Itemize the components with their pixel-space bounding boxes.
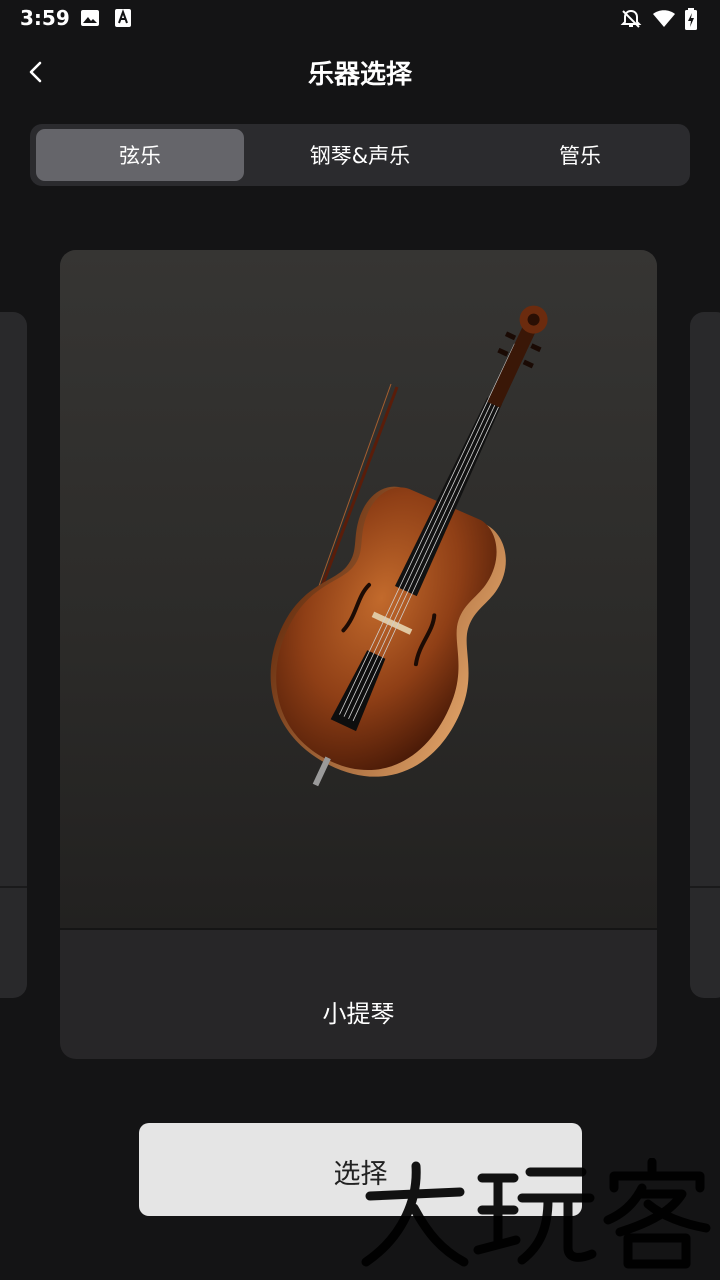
tab-label: 钢琴&声乐 xyxy=(309,144,411,168)
app-header: 乐器选择 xyxy=(0,40,720,104)
image-icon xyxy=(81,10,99,26)
watermark-logo xyxy=(361,1158,711,1269)
notifications-off-icon xyxy=(620,9,642,28)
carousel-next-card[interactable] xyxy=(690,312,720,998)
tab-winds[interactable]: 管乐 xyxy=(476,129,684,181)
tab-strings[interactable]: 弦乐 xyxy=(36,129,244,181)
tab-label: 管乐 xyxy=(559,144,601,168)
wifi-icon xyxy=(653,10,675,27)
font-a-icon xyxy=(115,9,131,27)
card-divider xyxy=(60,928,657,930)
battery-charging-icon xyxy=(685,8,697,30)
instrument-image-area xyxy=(60,250,657,928)
category-tabs: 弦乐 钢琴&声乐 管乐 xyxy=(30,124,690,186)
card-divider xyxy=(0,886,27,888)
tab-piano-vocal[interactable]: 钢琴&声乐 xyxy=(256,129,464,181)
instrument-card[interactable]: 小提琴 xyxy=(60,250,657,1059)
status-bar: 3:59 xyxy=(0,0,720,38)
status-time: 3:59 xyxy=(20,6,70,30)
tab-label: 弦乐 xyxy=(119,144,161,168)
cello-illustration xyxy=(270,305,548,787)
card-divider xyxy=(690,886,720,888)
instrument-name: 小提琴 xyxy=(322,1000,395,1028)
page-title: 乐器选择 xyxy=(307,60,412,90)
carousel-prev-card[interactable] xyxy=(0,312,27,998)
